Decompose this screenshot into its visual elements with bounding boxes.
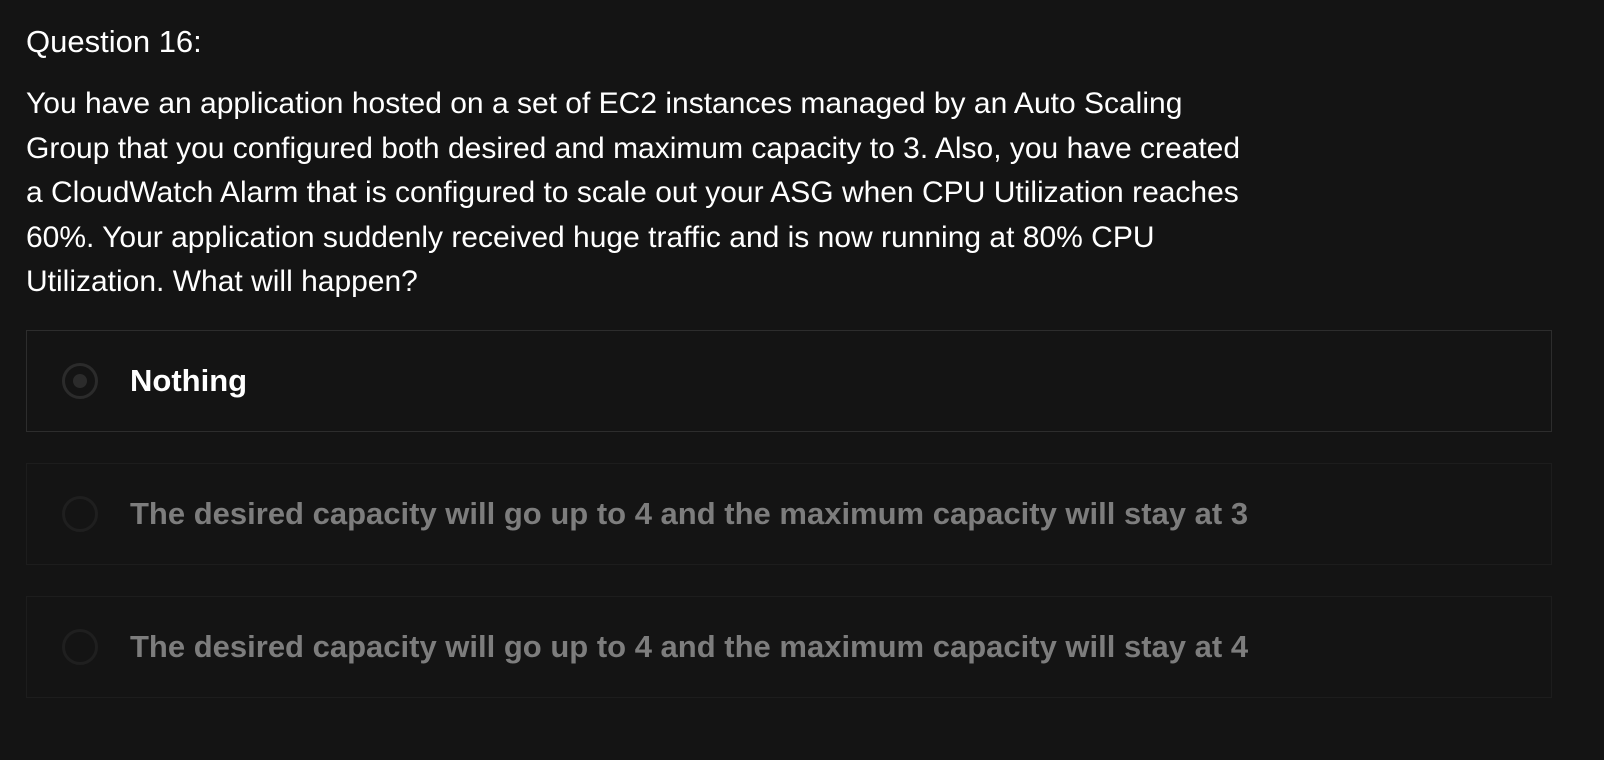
answer-option-label: Nothing: [130, 363, 248, 398]
radio-dot-icon: [73, 374, 87, 388]
radio-button-icon[interactable]: [62, 496, 98, 532]
answer-option-label: The desired capacity will go up to 4 and…: [130, 496, 1249, 531]
answer-option-label: The desired capacity will go up to 4 and…: [130, 629, 1249, 664]
question-number: Question 16:: [26, 24, 202, 59]
question-page: Question 16: You have an application hos…: [0, 0, 1604, 760]
radio-button-icon[interactable]: [62, 629, 98, 665]
answer-option-desired-4-max-4[interactable]: The desired capacity will go up to 4 and…: [26, 596, 1552, 698]
answer-option-nothing[interactable]: Nothing: [26, 330, 1552, 432]
radio-button-selected-icon[interactable]: [62, 363, 98, 399]
question-text: You have an application hosted on a set …: [26, 87, 1241, 298]
answer-option-desired-4-max-3[interactable]: The desired capacity will go up to 4 and…: [26, 463, 1552, 565]
